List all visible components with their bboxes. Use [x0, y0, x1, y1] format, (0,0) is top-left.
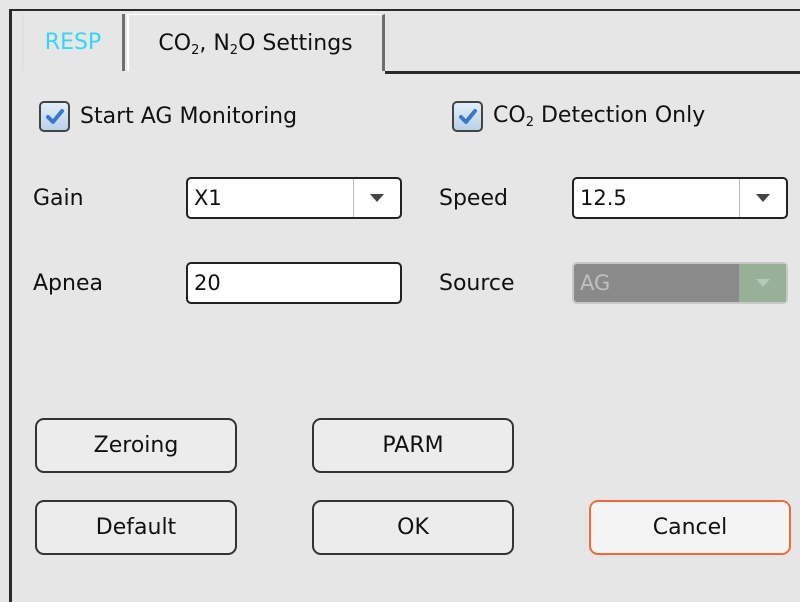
gain-select[interactable]: X1 — [186, 177, 402, 219]
tab-resp[interactable]: RESP — [22, 14, 125, 71]
tab-co2-n2o-settings[interactable]: CO2, N2O Settings — [127, 14, 385, 71]
apnea-label: Apnea — [33, 271, 103, 296]
window-border-left — [9, 9, 12, 602]
co2-detection-suffix: Detection Only — [533, 103, 706, 128]
chevron-down-icon[interactable] — [739, 179, 786, 217]
ok-button[interactable]: OK — [312, 500, 514, 555]
start-ag-monitoring-option[interactable]: Start AG Monitoring — [39, 101, 297, 132]
source-label: Source — [439, 271, 515, 296]
source-select: AG — [572, 262, 788, 304]
co2-detection-only-option[interactable]: CO2 Detection Only — [452, 101, 705, 132]
tab-n2o-label-n: , N — [199, 31, 230, 56]
apnea-input[interactable]: 20 — [186, 262, 402, 304]
chevron-down-icon[interactable] — [353, 179, 400, 217]
checkmark-icon — [45, 108, 64, 124]
co2-detection-prefix: CO — [493, 103, 526, 128]
co2-detection-subscript: 2 — [525, 115, 534, 130]
tab-co2-label-co: CO — [158, 31, 192, 56]
checkmark-icon — [458, 108, 477, 124]
chevron-down-icon — [739, 264, 786, 302]
co2-detection-only-label: CO2 Detection Only — [493, 103, 705, 130]
co2-detection-only-checkbox[interactable] — [452, 101, 483, 132]
start-ag-monitoring-checkbox[interactable] — [39, 101, 70, 132]
gain-label: Gain — [33, 186, 84, 211]
window-border-top — [9, 9, 800, 11]
gain-value: X1 — [194, 186, 222, 210]
cancel-button[interactable]: Cancel — [589, 500, 791, 555]
tab-strip-divider — [385, 71, 800, 74]
speed-value: 12.5 — [580, 186, 627, 210]
source-value: AG — [580, 271, 611, 295]
speed-select[interactable]: 12.5 — [572, 177, 788, 219]
tab-settings-label: O Settings — [238, 31, 353, 56]
default-button[interactable]: Default — [35, 500, 237, 555]
zeroing-button[interactable]: Zeroing — [35, 418, 237, 473]
parm-button[interactable]: PARM — [312, 418, 514, 473]
tab-n2o-subscript: 2 — [229, 43, 239, 58]
start-ag-monitoring-label: Start AG Monitoring — [80, 104, 298, 129]
speed-label: Speed — [439, 186, 508, 211]
